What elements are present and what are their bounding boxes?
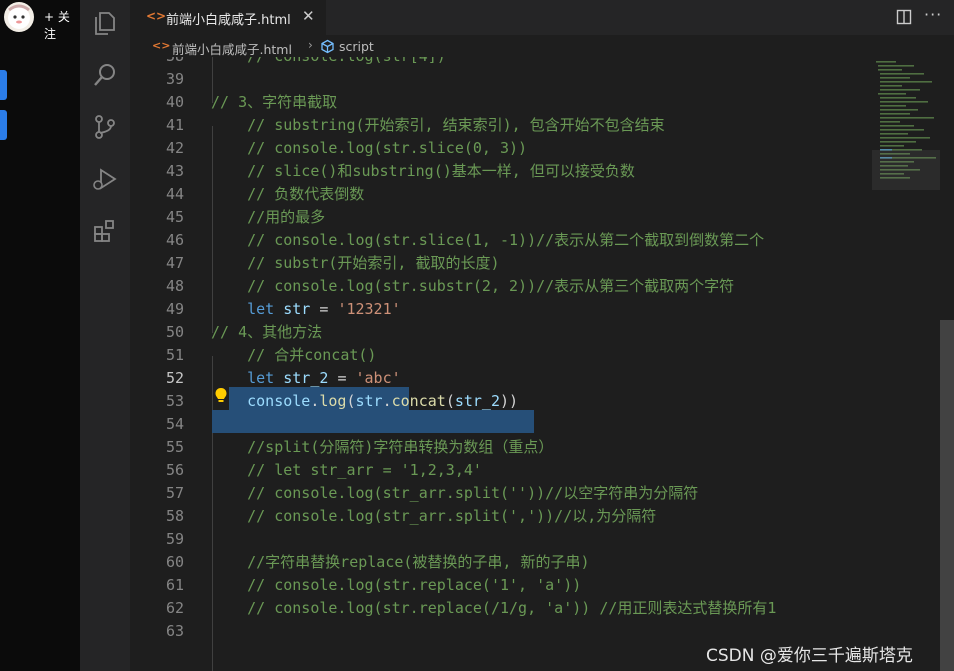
line-number: 38 <box>130 57 184 68</box>
line-number: 52 <box>165 369 184 387</box>
line-number: 48 <box>165 277 184 295</box>
line-number: 60 <box>165 553 184 571</box>
code-line[interactable]: // 4、其他方法 <box>211 321 322 344</box>
line-number: 62 <box>165 599 184 617</box>
close-icon[interactable]: ✕ <box>302 7 315 25</box>
code-line[interactable]: // 负数代表倒数 <box>211 183 364 206</box>
minimap-viewport[interactable] <box>872 150 940 190</box>
code-line[interactable]: //split(分隔符)字符串转换为数组（重点） <box>211 436 553 459</box>
code-editor[interactable]: 38 // console.log(str[4]) 39 40 // 3、字符串截取 4… <box>130 57 868 671</box>
line-number: 44 <box>165 185 184 203</box>
tab-bar: <> 前端小白咸咸子.html ✕ ··· <box>130 0 954 35</box>
code-line[interactable]: let str_2 = 'abc' <box>211 367 401 390</box>
csdn-watermark: CSDN @爱你三千遍斯塔克 <box>706 646 913 666</box>
split-editor-icon[interactable] <box>896 9 912 25</box>
code-line[interactable]: // console.log(str.slice(1, -1))//表示从第二个… <box>211 229 764 252</box>
line-number: 47 <box>165 254 184 272</box>
code-line[interactable]: // console.log(str.replace('1', 'a')) <box>211 574 581 597</box>
tab-label: 前端小白咸咸子.html <box>166 13 291 28</box>
side-tab-1[interactable] <box>0 70 7 100</box>
files-icon[interactable] <box>92 10 118 36</box>
line-number: 49 <box>165 300 184 318</box>
code-line[interactable]: // slice()和substring()基本一样, 但可以接受负数 <box>211 160 635 183</box>
line-number: 50 <box>165 323 184 341</box>
line-number: 39 <box>165 70 184 88</box>
follow-button[interactable]: + 关注 <box>44 8 80 42</box>
line-number: 51 <box>165 346 184 364</box>
code-line[interactable]: // substring(开始索引, 结束索引), 包含开始不包含结束 <box>211 114 665 137</box>
chevron-right-icon: › <box>308 38 313 52</box>
line-number: 55 <box>165 438 184 456</box>
code-line[interactable]: // console.log(str_arr.split(''))//以空字符串… <box>211 482 698 505</box>
more-actions-icon[interactable]: ··· <box>924 5 942 24</box>
code-line[interactable]: let str = '12321' <box>211 298 401 321</box>
breadcrumb: <> 前端小白咸咸子.html › script <box>130 35 954 57</box>
line-number: 61 <box>165 576 184 594</box>
code-line[interactable]: // 合并concat() <box>211 344 376 367</box>
html-file-icon: <> <box>146 9 167 23</box>
code-line[interactable]: // console.log(str.substr(2, 2))//表示从第三个… <box>211 275 734 298</box>
line-number: 56 <box>165 461 184 479</box>
line-number: 63 <box>165 622 184 640</box>
code-line[interactable]: // console.log(str[4]) <box>211 57 446 68</box>
avatar[interactable] <box>4 2 34 32</box>
scrollbar-thumb[interactable] <box>940 320 954 671</box>
code-line[interactable]: console.log(str.concat(str_2)) <box>211 390 518 413</box>
code-line[interactable]: // 3、字符串截取 <box>211 91 337 114</box>
line-number: 54 <box>165 415 184 433</box>
line-number: 40 <box>165 93 184 111</box>
line-number: 41 <box>165 116 184 134</box>
editor-tab[interactable]: <> 前端小白咸咸子.html ✕ <box>130 0 326 35</box>
line-number: 45 <box>165 208 184 226</box>
code-line[interactable]: // console.log(str.replace(/1/g, 'a')) /… <box>211 597 776 620</box>
selection-highlight <box>212 410 534 433</box>
line-number: 46 <box>165 231 184 249</box>
code-line[interactable]: // console.log(str_arr.split(','))//以,为分… <box>211 505 656 528</box>
breadcrumb-file[interactable]: 前端小白咸咸子.html <box>172 39 292 58</box>
left-strip: + 关注 <box>0 0 80 671</box>
lightbulb-icon[interactable] <box>214 387 228 405</box>
run-debug-icon[interactable] <box>92 166 118 192</box>
code-line[interactable]: // let str_arr = '1,2,3,4' <box>211 459 482 482</box>
code-line[interactable]: //用的最多 <box>211 206 325 229</box>
symbol-cube-icon <box>321 39 334 54</box>
code-line[interactable]: //字符串替换replace(被替换的子串, 新的子串) <box>211 551 589 574</box>
source-control-icon[interactable] <box>92 114 118 140</box>
search-icon[interactable] <box>92 62 118 88</box>
extensions-icon[interactable] <box>92 218 118 244</box>
line-number: 58 <box>165 507 184 525</box>
line-number: 53 <box>165 392 184 410</box>
line-number: 57 <box>165 484 184 502</box>
line-number: 42 <box>165 139 184 157</box>
activity-bar <box>80 0 130 671</box>
breadcrumb-symbol[interactable]: script <box>339 39 374 54</box>
line-number: 43 <box>165 162 184 180</box>
side-tab-2[interactable] <box>0 110 7 140</box>
html-file-icon: <> <box>152 39 171 52</box>
code-line[interactable]: // substr(开始索引, 截取的长度) <box>211 252 499 275</box>
code-line[interactable]: // console.log(str.slice(0, 3)) <box>211 137 527 160</box>
line-number: 59 <box>165 530 184 548</box>
